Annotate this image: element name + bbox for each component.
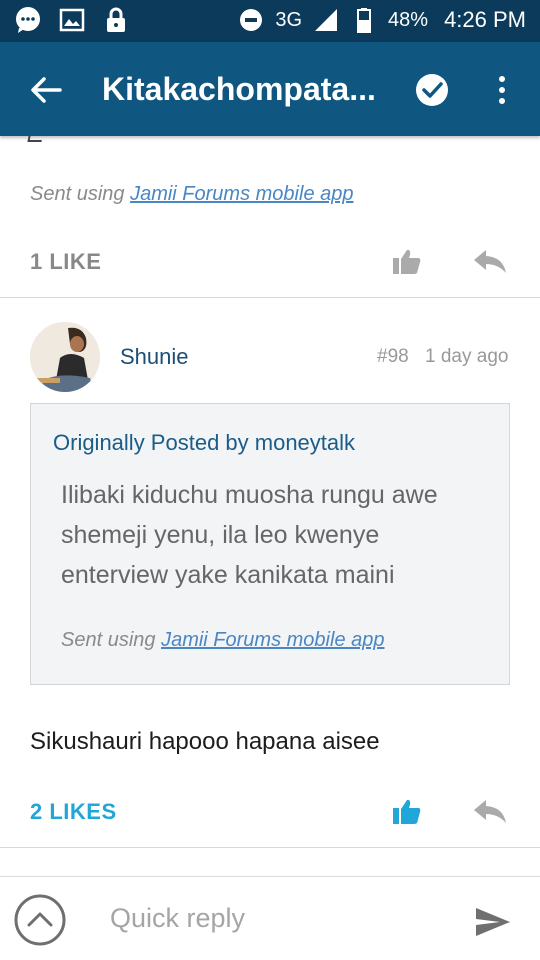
- avatar[interactable]: [30, 322, 100, 392]
- reply-icon[interactable]: [472, 798, 508, 824]
- post-divider: [0, 847, 540, 848]
- lock-icon: [107, 7, 125, 32]
- status-bar: 3G 48% 4:26 PM: [0, 0, 540, 42]
- quote-block: Originally Posted by moneytalk Ilibaki k…: [30, 403, 510, 685]
- quote-body: Ilibaki kiduchu muosha rungu awe shemeji…: [61, 481, 438, 589]
- thumb-up-icon[interactable]: [392, 247, 422, 275]
- app-bar: Kitakachompata...: [0, 42, 540, 136]
- back-arrow-icon[interactable]: [26, 70, 66, 110]
- clipped-text-fragment: [27, 136, 43, 142]
- like-count[interactable]: 2 LIKES: [30, 799, 117, 825]
- username[interactable]: Shunie: [120, 344, 189, 370]
- check-circle-icon[interactable]: [414, 72, 450, 108]
- signal-icon: [315, 9, 338, 31]
- thumb-up-icon[interactable]: [392, 797, 422, 825]
- app-link[interactable]: Jamii Forums mobile app: [161, 629, 384, 651]
- network-type: 3G: [275, 8, 303, 31]
- post-number[interactable]: #98: [377, 346, 409, 368]
- thread-title: Kitakachompata...: [102, 71, 376, 107]
- reply-icon[interactable]: [472, 248, 508, 274]
- expand-up-icon[interactable]: [13, 893, 67, 947]
- quote-author[interactable]: Originally Posted by moneytalk: [53, 430, 355, 456]
- sent-using-signature: Sent using Jamii Forums mobile app: [30, 183, 354, 206]
- clock: 4:26 PM: [444, 7, 526, 32]
- quick-reply-input[interactable]: Quick reply: [110, 903, 245, 934]
- sent-using-prefix: Sent using: [30, 183, 125, 205]
- image-notification-icon: [59, 8, 85, 32]
- post-divider: [0, 297, 540, 298]
- post-message: Sikushauri hapooo hapana aisee: [30, 728, 380, 755]
- quote-sent-using: Sent using Jamii Forums mobile app: [61, 629, 385, 652]
- app-link[interactable]: Jamii Forums mobile app: [130, 183, 353, 205]
- sent-using-prefix: Sent using: [61, 629, 156, 651]
- post-time: 1 day ago: [425, 346, 509, 367]
- more-vert-icon[interactable]: [488, 72, 516, 108]
- quick-reply-bar: Quick reply: [0, 876, 540, 960]
- do-not-disturb-icon: [240, 9, 263, 31]
- battery-level: 48%: [388, 8, 429, 31]
- battery-icon: [357, 8, 372, 33]
- send-icon[interactable]: [474, 906, 512, 938]
- chat-notification-icon: [16, 7, 40, 33]
- like-count[interactable]: 1 LIKE: [30, 249, 101, 275]
